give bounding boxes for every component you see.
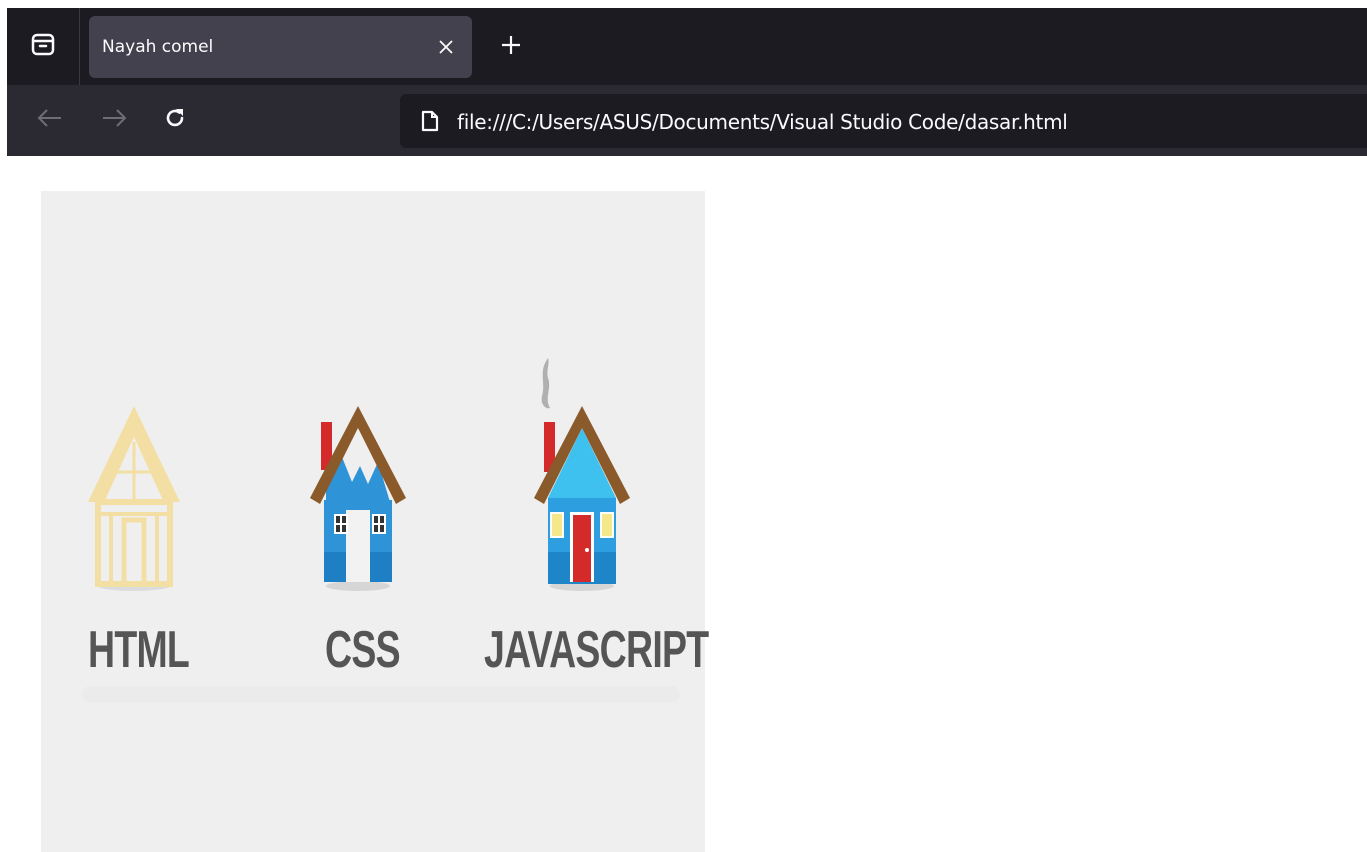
reload-button[interactable] bbox=[159, 104, 191, 136]
tab-active[interactable]: Nayah comel bbox=[89, 16, 472, 78]
forward-button[interactable] bbox=[98, 104, 130, 136]
house-label-html: HTML bbox=[88, 621, 190, 679]
image-shelf bbox=[82, 686, 680, 702]
tab-manager-button[interactable] bbox=[7, 8, 80, 85]
tab-title: Nayah comel bbox=[102, 37, 214, 57]
plus-icon bbox=[500, 34, 522, 61]
house-blue-icon bbox=[310, 406, 406, 591]
reload-icon bbox=[163, 106, 187, 135]
address-bar-url[interactable]: file:///C:/Users/ASUS/Documents/Visual S… bbox=[457, 110, 1068, 134]
house-label-css: CSS bbox=[325, 621, 401, 679]
house-label-javascript: JAVASCRIPT bbox=[484, 621, 709, 679]
close-icon[interactable] bbox=[434, 35, 458, 59]
forward-arrow-icon bbox=[100, 108, 128, 133]
tab-manager-icon bbox=[30, 31, 56, 62]
house-outline-icon bbox=[88, 406, 180, 591]
house-complete-icon bbox=[534, 358, 630, 591]
page-icon bbox=[417, 108, 443, 134]
new-tab-button[interactable] bbox=[496, 32, 526, 62]
back-button[interactable] bbox=[34, 104, 66, 136]
back-arrow-icon bbox=[36, 108, 64, 133]
